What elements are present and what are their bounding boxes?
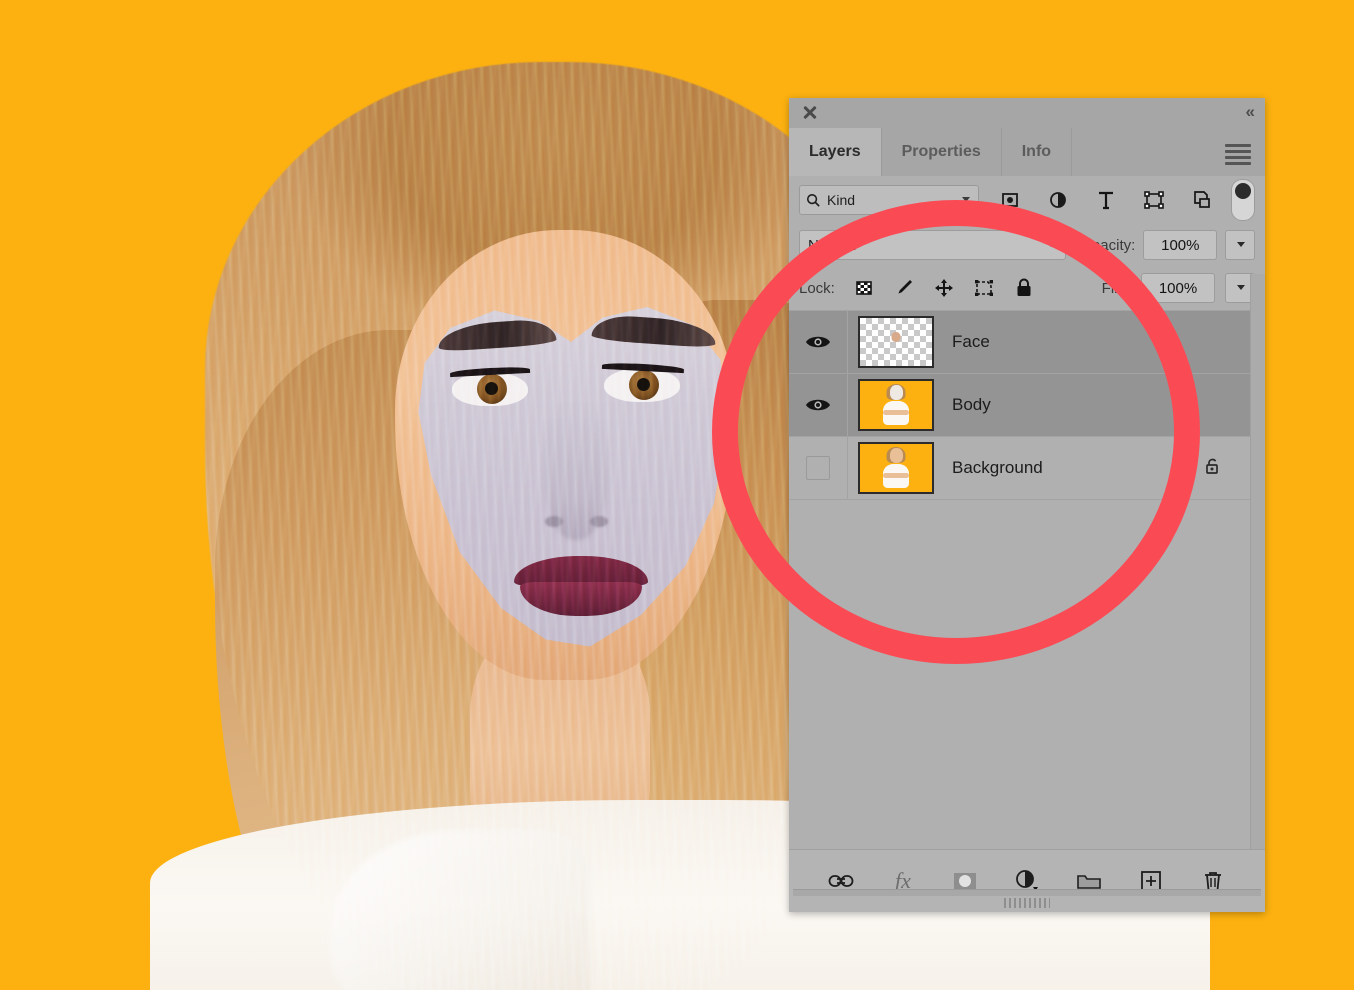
filter-enable-toggle[interactable] (1231, 179, 1255, 221)
layer-filter-row: Kind (789, 176, 1265, 224)
eye-hidden-icon (806, 456, 830, 480)
blend-mode-value: Normal (808, 237, 856, 254)
panel-tab-bar: Layers Properties Info (789, 128, 1265, 176)
blend-mode-select[interactable]: Normal (799, 230, 1066, 260)
tab-info[interactable]: Info (1002, 128, 1072, 176)
lock-label: Lock: (799, 280, 835, 297)
layer-name: Body (952, 395, 991, 415)
filter-kind-label: Kind (827, 192, 855, 208)
search-icon (806, 193, 821, 208)
table-row[interactable]: Background (789, 437, 1265, 500)
lock-transparent-pixels-icon[interactable] (849, 275, 879, 301)
shape-filter-icon[interactable] (1137, 186, 1171, 214)
tab-layers-label: Layers (809, 143, 861, 161)
eye-icon (805, 333, 831, 351)
blend-mode-row: Normal Opacity: 100% (789, 224, 1265, 266)
lock-image-pixels-icon[interactable] (889, 275, 919, 301)
close-icon[interactable] (801, 103, 819, 121)
folder-icon (1076, 871, 1102, 891)
tab-info-label: Info (1022, 143, 1051, 161)
layer-list-empty-space (789, 500, 1265, 726)
smart-object-filter-icon[interactable] (1185, 186, 1219, 214)
layer-name: Background (952, 458, 1043, 478)
panel-scrollbar[interactable] (1250, 274, 1265, 852)
lock-artboard-nesting-icon[interactable] (969, 275, 999, 301)
panel-menu-icon[interactable] (1225, 144, 1251, 168)
filter-kind-select[interactable]: Kind (799, 185, 979, 215)
layer-actions-bar: fx (789, 849, 1265, 912)
tab-layers[interactable]: Layers (789, 128, 882, 176)
panel-resize-grip[interactable] (1004, 898, 1050, 908)
layer-list: Face Body (789, 311, 1265, 726)
lock-all-icon[interactable] (1009, 275, 1039, 301)
chevron-down-icon (1047, 242, 1055, 247)
eye-icon (805, 396, 831, 414)
lock-position-icon[interactable] (929, 275, 959, 301)
chevron-down-icon (1237, 285, 1245, 290)
panel-title-bar: « (789, 98, 1265, 128)
layer-visibility-toggle[interactable] (789, 311, 848, 373)
type-filter-icon[interactable] (1089, 186, 1123, 214)
opacity-label: Opacity: (1080, 237, 1135, 254)
chevron-down-icon (962, 197, 970, 202)
layer-thumbnail[interactable] (858, 316, 934, 368)
layer-visibility-toggle[interactable] (789, 374, 848, 436)
adjustment-filter-icon[interactable] (1041, 186, 1075, 214)
table-row[interactable]: Body (789, 374, 1265, 437)
opacity-input[interactable]: 100% (1143, 230, 1217, 260)
chevron-down-icon (1237, 242, 1245, 247)
layer-thumbnail[interactable] (858, 442, 934, 494)
opacity-stepper[interactable] (1225, 230, 1255, 260)
mask-icon (952, 871, 978, 891)
fill-input[interactable]: 100% (1141, 273, 1215, 303)
fill-label: Fill: (1102, 280, 1125, 297)
layers-panel: « Layers Properties Info Kind (789, 98, 1265, 912)
pixel-filter-icon[interactable] (993, 186, 1027, 214)
collapse-panel-icon[interactable]: « (1246, 102, 1253, 122)
layer-thumbnail[interactable] (858, 379, 934, 431)
lock-row: Lock: (789, 266, 1265, 311)
link-icon (828, 872, 854, 890)
tab-properties-label: Properties (902, 143, 981, 161)
layer-locked-icon (1203, 456, 1223, 480)
panel-resize-strip[interactable] (793, 889, 1261, 896)
layer-name: Face (952, 332, 990, 352)
table-row[interactable]: Face (789, 311, 1265, 374)
layer-visibility-toggle[interactable] (789, 437, 848, 499)
tab-properties[interactable]: Properties (882, 128, 1002, 176)
